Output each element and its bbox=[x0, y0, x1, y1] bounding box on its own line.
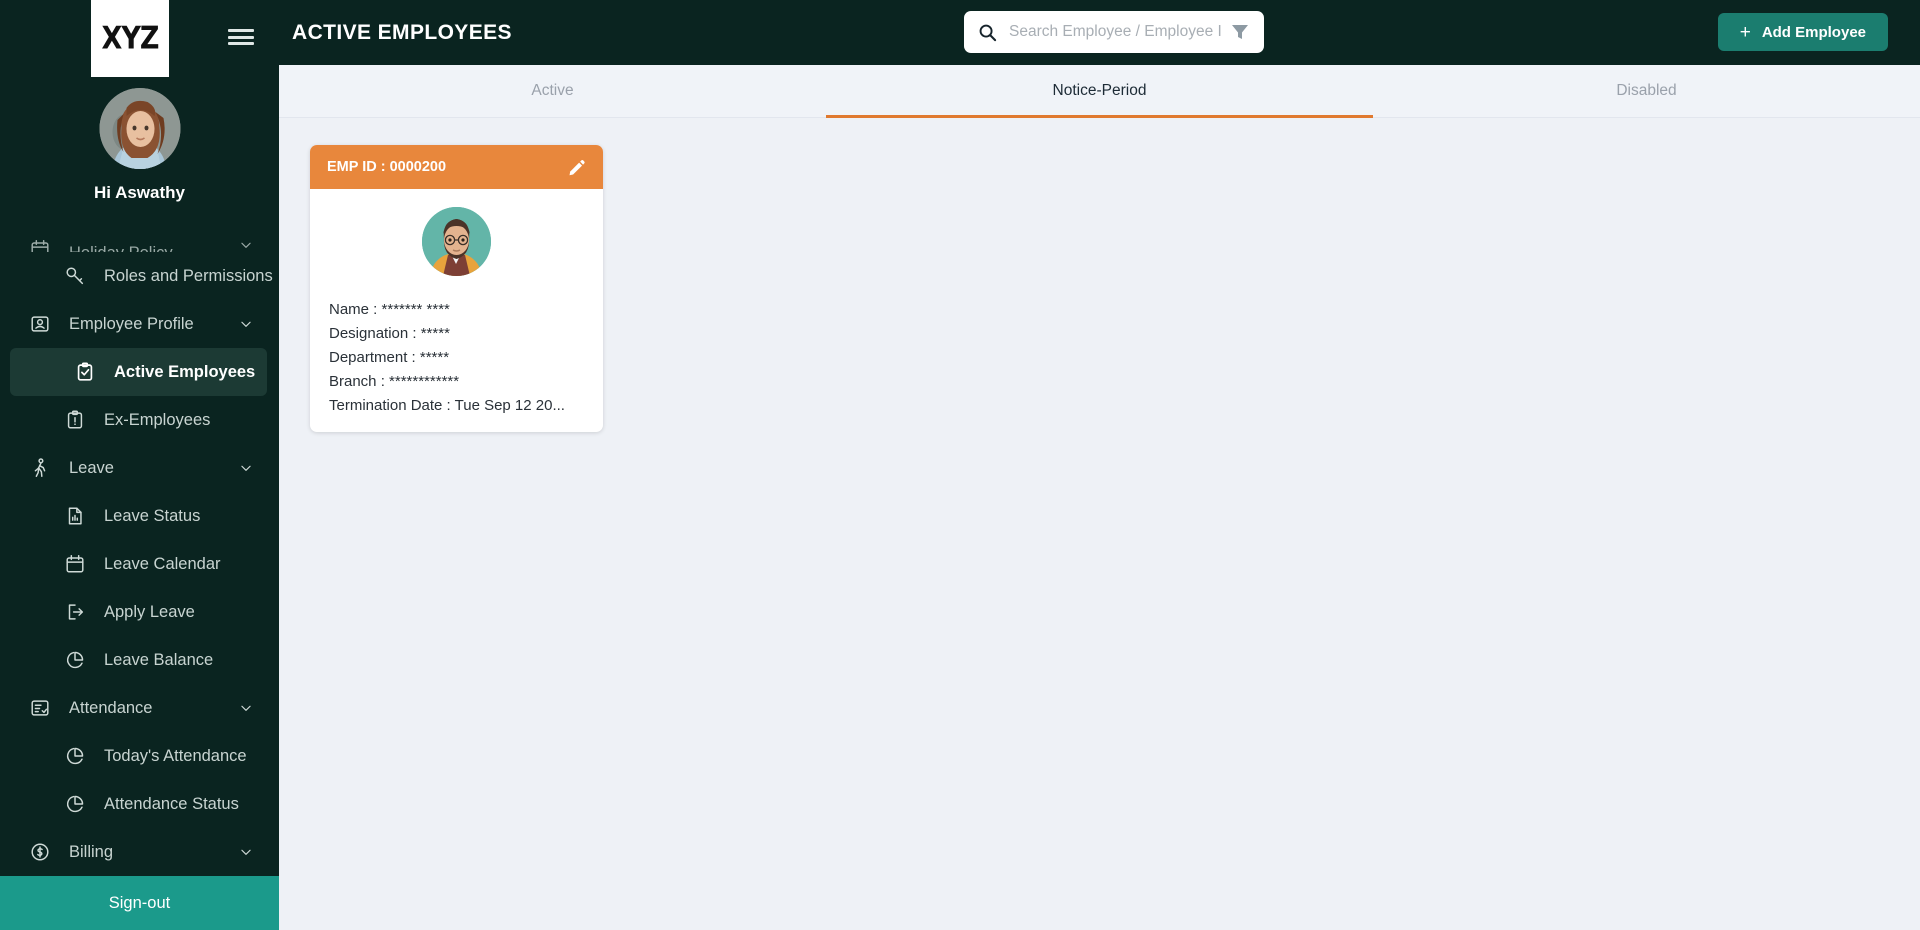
employee-field: Designation : ***** bbox=[329, 325, 450, 342]
tab-active[interactable]: Active bbox=[279, 65, 826, 117]
clipboard-check-icon bbox=[72, 359, 98, 385]
sidebar-item-apply-leave[interactable]: Apply Leave bbox=[0, 588, 279, 636]
chevron-down-icon bbox=[241, 321, 251, 327]
sidebar-item-label: Employee Profile bbox=[69, 314, 194, 333]
document-chart-icon bbox=[62, 503, 88, 529]
plus-icon: + bbox=[1739, 21, 1751, 43]
sidebar-item-label: Apply Leave bbox=[104, 602, 195, 621]
search-bar[interactable] bbox=[964, 11, 1264, 53]
employee-card-grid: EMP ID : 0000200 Name: ******* **** Des… bbox=[279, 118, 1920, 432]
sidebar-item-leave-status[interactable]: Leave Status bbox=[0, 492, 279, 540]
sidebar-item-label: Today's Attendance bbox=[104, 746, 247, 765]
tab-bar: Active Notice-Period Disabled bbox=[279, 65, 1920, 118]
dollar-circle-icon bbox=[27, 839, 53, 865]
user-avatar[interactable] bbox=[99, 88, 180, 169]
sidebar-item-label: Billing bbox=[69, 842, 114, 861]
tab-label: Disabled bbox=[1616, 82, 1677, 99]
pencil-icon[interactable] bbox=[567, 158, 586, 177]
calendar-icon bbox=[62, 551, 88, 577]
tab-label: Notice-Period bbox=[1052, 82, 1147, 99]
brand-logo[interactable]: XYZ bbox=[91, 0, 169, 77]
sidebar-item-label: Leave Balance bbox=[104, 650, 214, 669]
hamburger-line bbox=[228, 29, 254, 32]
add-employee-label: Add Employee bbox=[1761, 23, 1866, 41]
chevron-down-icon bbox=[241, 242, 251, 248]
pie-chart-icon bbox=[62, 647, 88, 673]
chevron-down-icon bbox=[241, 705, 251, 711]
employee-card-body: Name : ******* **** Designation : ***** De… bbox=[310, 189, 603, 432]
add-employee-button[interactable]: + Add Employee bbox=[1717, 13, 1888, 51]
page-title: ACTIVE EMPLOYEES bbox=[292, 20, 512, 44]
sidebar-item-label: Attendance Status bbox=[104, 794, 239, 813]
list-check-icon bbox=[27, 695, 53, 721]
employee-field: Termination Date : Tue Sep 12 20... bbox=[329, 397, 565, 414]
employee-field: Name : ******* **** bbox=[329, 301, 450, 318]
id-card-icon bbox=[27, 311, 53, 337]
main-area: ACTIVE EMPLOYEES + Add Employee Active No… bbox=[279, 0, 1920, 930]
employee-photo bbox=[422, 207, 491, 276]
app-root: XYZ Hi Aswathy Holid bbox=[0, 0, 1920, 930]
sidebar-item-label: Leave Status bbox=[104, 506, 201, 525]
sidebar-item-attendance[interactable]: Attendance bbox=[0, 684, 279, 732]
sidebar-item-label: Active Employees bbox=[114, 362, 256, 381]
hamburger-line bbox=[228, 35, 254, 39]
chevron-down-icon bbox=[241, 465, 251, 471]
employee-fields: Name : ******* **** Designation : ***** De… bbox=[310, 298, 603, 418]
sidebar-item-billing[interactable]: Billing bbox=[0, 828, 279, 876]
sidebar-item-label: Ex-Employees bbox=[104, 410, 211, 429]
user-greeting: Hi Aswathy bbox=[93, 183, 185, 202]
sidebar-item-label: Leave Calendar bbox=[104, 554, 221, 573]
hamburger-line bbox=[228, 42, 254, 45]
avatar-image bbox=[99, 88, 180, 169]
top-bar: ACTIVE EMPLOYEES + Add Employee bbox=[279, 0, 1920, 65]
calendar-icon bbox=[27, 236, 53, 252]
sidebar: XYZ Hi Aswathy Holid bbox=[0, 0, 279, 930]
sidebar-item-attendance-status[interactable]: Attendance Status bbox=[0, 780, 279, 828]
sidebar-item-leave-balance[interactable]: Leave Balance bbox=[0, 636, 279, 684]
employee-card-header: EMP ID : 0000200 bbox=[310, 145, 603, 189]
employee-id-label: EMP ID : 0000200 bbox=[327, 159, 447, 175]
sign-out-button[interactable]: Sign-out bbox=[0, 876, 279, 930]
clipboard-alert-icon bbox=[62, 407, 88, 433]
tab-disabled[interactable]: Disabled bbox=[1373, 65, 1920, 117]
sidebar-item-roles-and-permissions[interactable]: Roles and Permissions bbox=[0, 252, 279, 300]
sidebar-item-employee-profile[interactable]: Employee Profile bbox=[0, 300, 279, 348]
brand-logo-text: XYZ bbox=[101, 20, 160, 57]
sign-out-label: Sign-out bbox=[108, 893, 171, 912]
sidebar-item-active-employees[interactable]: Active Employees bbox=[10, 348, 267, 396]
search-input[interactable] bbox=[1009, 23, 1222, 41]
tab-label: Active bbox=[531, 82, 574, 99]
sidebar-nav: Holiday Policy Roles and Permissions Emplo… bbox=[0, 218, 279, 876]
sidebar-item-leave[interactable]: Leave bbox=[0, 444, 279, 492]
filter-icon[interactable] bbox=[1230, 22, 1250, 42]
pie-chart-icon bbox=[62, 743, 88, 769]
sidebar-item-ex-employees[interactable]: Ex-Employees bbox=[0, 396, 279, 444]
employee-avatar-image bbox=[422, 207, 491, 276]
sidebar-item-label: Attendance bbox=[69, 698, 153, 717]
key-icon bbox=[62, 263, 88, 289]
sidebar-item-leave-calendar[interactable]: Leave Calendar bbox=[0, 540, 279, 588]
walking-person-icon bbox=[27, 455, 53, 481]
employee-card[interactable]: EMP ID : 0000200 Name: ******* **** Des… bbox=[310, 145, 603, 432]
exit-arrow-icon bbox=[62, 599, 88, 625]
sidebar-item-label: Roles and Permissions bbox=[104, 266, 273, 285]
sidebar-item-label: Holiday Policy bbox=[69, 244, 173, 252]
hamburger-icon[interactable] bbox=[228, 26, 254, 48]
employee-field: Department : ***** bbox=[329, 349, 450, 366]
employee-field: Branch : ************ bbox=[329, 373, 460, 390]
sidebar-item-today-s-attendance[interactable]: Today's Attendance bbox=[0, 732, 279, 780]
tab-notice-period[interactable]: Notice-Period bbox=[826, 65, 1373, 118]
search-icon bbox=[979, 24, 997, 41]
sidebar-item-label: Leave bbox=[69, 458, 114, 477]
pie-chart-icon bbox=[62, 791, 88, 817]
sidebar-item-holiday-policy[interactable]: Holiday Policy bbox=[0, 218, 279, 252]
chevron-down-icon bbox=[241, 849, 251, 855]
